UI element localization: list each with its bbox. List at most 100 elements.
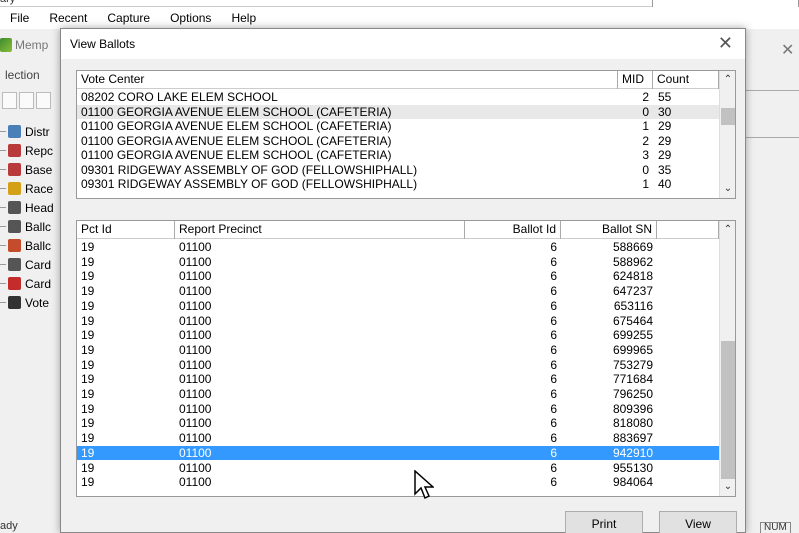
ballot-row[interactable]: 19 01100 6 809396 xyxy=(77,402,719,417)
ballot-row[interactable]: 19 01100 6 942910 xyxy=(77,445,719,461)
status-text: ady xyxy=(0,520,18,532)
tree-item[interactable]: Card xyxy=(0,255,54,274)
ballot-row[interactable]: 19 01100 6 588962 xyxy=(77,255,719,270)
col-ballot-id[interactable]: Ballot Id xyxy=(465,221,561,239)
app-title: Memp xyxy=(0,38,48,52)
background-box xyxy=(745,148,799,408)
tree-item[interactable]: Vote xyxy=(0,293,54,312)
ballot-row[interactable]: 19 01100 6 883697 xyxy=(77,431,719,446)
ballot-row[interactable]: 19 01100 6 796250 xyxy=(77,387,719,402)
cell-pct-id: 19 xyxy=(81,284,95,299)
ballot-row[interactable]: 19 01100 6 675464 xyxy=(77,314,719,329)
cell-ballot-id: 6 xyxy=(550,328,557,343)
col-vote-center[interactable]: Vote Center xyxy=(77,71,618,89)
vote-center-scrollbar[interactable]: ⌃ ⌄ xyxy=(719,71,735,198)
cell-pct-id: 19 xyxy=(81,342,95,357)
cell-report-precinct: 01100 xyxy=(179,269,212,284)
tree-connector xyxy=(0,131,6,132)
toolbar-copy-icon[interactable] xyxy=(2,92,17,109)
view-ballots-dialog: View Ballots ✕ Vote Center MID Count 082… xyxy=(60,28,746,533)
cell-ballot-sn: 984064 xyxy=(612,475,653,490)
tree-item[interactable]: Distr xyxy=(0,122,54,141)
scroll-down-icon[interactable]: ⌄ xyxy=(720,478,735,495)
ballots-grid-header: Pct Id Report Precinct Ballot Id Ballot … xyxy=(77,221,719,239)
toolbar-new-icon[interactable] xyxy=(19,92,34,109)
col-pct-id[interactable]: Pct Id xyxy=(77,221,175,239)
menu-file[interactable]: File xyxy=(0,11,39,25)
tree-item[interactable]: Head xyxy=(0,198,54,217)
dialog-titlebar[interactable]: View Ballots ✕ xyxy=(61,29,745,59)
vote-center-row[interactable]: 01100 GEORGIA AVENUE ELEM SCHOOL (CAFETE… xyxy=(77,104,719,119)
app-tab-election[interactable]: lection xyxy=(5,68,40,82)
menu-options[interactable]: Options xyxy=(160,11,221,25)
menu-capture[interactable]: Capture xyxy=(97,11,160,25)
cell-count: 29 xyxy=(658,119,672,133)
col-blank xyxy=(657,221,719,239)
vote-center-row[interactable]: 09301 RIDGEWAY ASSEMBLY OF GOD (FELLOWSH… xyxy=(77,177,719,192)
tree-item-label: Repc xyxy=(25,143,54,158)
scroll-down-icon[interactable]: ⌄ xyxy=(720,180,735,197)
tree-node-icon xyxy=(8,163,21,176)
vote-center-row[interactable]: 01100 GEORGIA AVENUE ELEM SCHOOL (CAFETE… xyxy=(77,119,719,134)
cell-ballot-id: 6 xyxy=(550,372,557,387)
cell-pct-id: 19 xyxy=(81,240,95,254)
vote-center-row[interactable]: 01100 GEORGIA AVENUE ELEM SCHOOL (CAFETE… xyxy=(77,134,719,149)
cell-pct-id: 19 xyxy=(81,445,95,460)
ballots-grid[interactable]: Pct Id Report Precinct Ballot Id Ballot … xyxy=(76,220,736,497)
tree-item[interactable]: Base xyxy=(0,160,54,179)
cell-mid: 1 xyxy=(642,177,649,191)
scroll-up-icon[interactable]: ⌃ xyxy=(720,71,735,88)
vote-center-row[interactable]: 01100 GEORGIA AVENUE ELEM SCHOOL (CAFETE… xyxy=(77,148,719,163)
ballot-row[interactable]: 19 01100 6 771684 xyxy=(77,372,719,387)
tree-connector xyxy=(0,207,6,208)
cell-ballot-sn: 624818 xyxy=(612,269,653,284)
ballot-row[interactable]: 19 01100 6 653116 xyxy=(77,299,719,314)
tree-item-label: Race xyxy=(25,181,54,196)
scroll-thumb[interactable] xyxy=(721,341,735,479)
ballot-row[interactable]: 19 01100 6 647237 xyxy=(77,284,719,299)
col-ballot-sn[interactable]: Ballot SN xyxy=(561,221,657,239)
cell-mid: 2 xyxy=(642,90,649,104)
tree-item[interactable]: Card xyxy=(0,274,54,293)
menu-recent[interactable]: Recent xyxy=(39,11,97,25)
cell-mid: 0 xyxy=(642,104,649,119)
ballot-row[interactable]: 19 01100 6 588669 xyxy=(77,240,719,255)
menu-help[interactable]: Help xyxy=(221,11,266,25)
scroll-up-icon[interactable]: ⌃ xyxy=(720,221,735,238)
ballot-row[interactable]: 19 01100 6 818080 xyxy=(77,416,719,431)
tree-connector xyxy=(0,283,6,284)
tree-item[interactable]: Race xyxy=(0,179,54,198)
cell-pct-id: 19 xyxy=(81,313,95,328)
cell-ballot-id: 6 xyxy=(550,342,557,357)
vote-center-row[interactable]: 08202 CORO LAKE ELEM SCHOOL 2 55 xyxy=(77,90,719,105)
cell-mid: 3 xyxy=(642,148,649,162)
cell-report-precinct: 01100 xyxy=(179,401,212,416)
col-count[interactable]: Count xyxy=(653,71,719,89)
scroll-thumb[interactable] xyxy=(721,108,735,125)
cell-pct-id: 19 xyxy=(81,431,95,446)
col-report-precinct[interactable]: Report Precinct xyxy=(175,221,465,239)
tree-connector xyxy=(0,188,6,189)
ballot-row[interactable]: 19 01100 6 699965 xyxy=(77,343,719,358)
close-icon[interactable]: ✕ xyxy=(718,33,733,54)
tree-item[interactable]: Ballc xyxy=(0,236,54,255)
ballot-row[interactable]: 19 01100 6 984064 xyxy=(77,475,719,490)
tree-item[interactable]: Repc xyxy=(0,141,54,160)
ballot-row[interactable]: 19 01100 6 753279 xyxy=(77,358,719,373)
tree-node-icon xyxy=(8,125,21,138)
ballots-scrollbar[interactable]: ⌃ ⌄ xyxy=(719,221,735,496)
ballot-row[interactable]: 19 01100 6 624818 xyxy=(77,269,719,284)
print-button[interactable]: Print xyxy=(565,511,643,533)
tree-node-icon xyxy=(8,201,21,214)
view-button[interactable]: View xyxy=(659,511,737,533)
vote-center-grid[interactable]: Vote Center MID Count 08202 CORO LAKE EL… xyxy=(76,70,736,199)
tree-connector xyxy=(0,245,6,246)
col-mid[interactable]: MID xyxy=(618,71,653,89)
cell-count: 35 xyxy=(658,162,672,177)
toolbar-close-icon[interactable] xyxy=(36,92,51,109)
background-panel: ✕ xyxy=(745,30,799,520)
tree-item[interactable]: Ballc xyxy=(0,217,54,236)
ballot-row[interactable]: 19 01100 6 699255 xyxy=(77,328,719,343)
ballot-row[interactable]: 19 01100 6 955130 xyxy=(77,461,719,476)
vote-center-row[interactable]: 09301 RIDGEWAY ASSEMBLY OF GOD (FELLOWSH… xyxy=(77,163,719,178)
